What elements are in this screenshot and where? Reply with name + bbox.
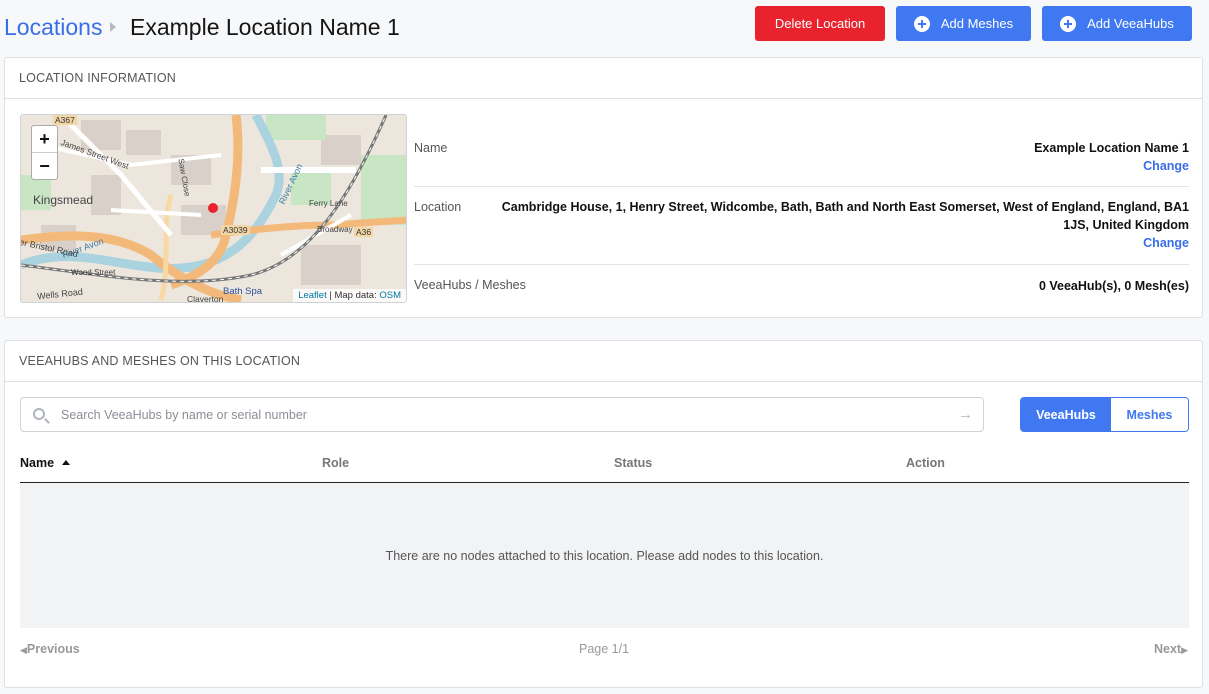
map-label-broadway: Broadway [317,225,353,234]
add-veeahubs-label: Add VeeaHubs [1087,16,1174,31]
location-label: Location [414,200,462,214]
plus-circle-icon [913,15,930,32]
add-meshes-button[interactable]: Add Meshes [896,6,1031,41]
delete-location-label: Delete Location [774,16,866,31]
previous-label: Previous [26,642,80,656]
map-label-ferry-lane: Ferry Lane [309,199,348,208]
info-row-location: Location Cambridge House, 1, Henry Stree… [414,187,1189,265]
search-icon [33,408,45,420]
leaflet-link[interactable]: Leaflet [298,290,327,301]
plus-circle-icon [1060,15,1077,32]
name-label: Name [414,141,448,155]
previous-page-button[interactable]: ◀Previous [20,642,80,656]
type-toggle: VeeaHubs Meshes [1020,397,1189,432]
breadcrumb-locations-link[interactable]: Locations [4,14,102,41]
page-indicator: Page 1/1 [579,642,630,656]
nodes-section-title: VEEAHUBS AND MESHES ON THIS LOCATION [5,341,1202,382]
map-label-claverton: Claverton [187,294,224,303]
change-name-link[interactable]: Change [1034,157,1189,175]
osm-link[interactable]: OSM [379,290,401,301]
counts-label: VeeaHubs / Meshes [414,278,526,292]
map-label-kingsmead: Kingsmead [33,193,94,207]
map-label-a36: A36 [354,227,374,237]
map-label-wood-street: Wood Street [71,268,116,277]
info-row-name: Name Example Location Name 1 Change [414,129,1189,187]
location-value-block: Cambridge House, 1, Henry Street, Widcom… [502,198,1189,252]
map-attribution: Leaflet | Map data: OSM [293,289,406,302]
delete-location-button[interactable]: Delete Location [755,6,885,41]
column-header-name[interactable]: Name [20,456,71,470]
info-row-counts: VeeaHubs / Meshes 0 VeeaHub(s), 0 Mesh(e… [414,265,1189,305]
column-header-action: Action [906,456,945,470]
column-header-status[interactable]: Status [614,456,652,470]
location-information-panel: LOCATION INFORMATION Kingsmead A367 A303… [4,57,1203,318]
attribution-text: | Map data: [329,290,380,301]
search-input[interactable] [61,406,941,424]
name-value: Example Location Name 1 [1034,141,1189,155]
toggle-veeahubs[interactable]: VeeaHubs [1021,398,1111,431]
empty-table-message: There are no nodes attached to this loca… [20,483,1189,628]
name-value-block: Example Location Name 1 Change [1034,139,1189,175]
location-value-line1: Cambridge House, 1, Henry Street, Widcom… [501,200,1189,214]
page-header: Locations Example Location Name 1 Delete… [0,0,1209,54]
toggle-meshes[interactable]: Meshes [1110,398,1188,431]
search-box: → [20,397,984,432]
map-label-a3039: A3039 [221,225,250,235]
location-value-line2: 1JS, United Kingdom [1063,218,1189,232]
map-label-bath-spa: Bath Spa [223,286,263,297]
chevron-right-icon: ▶ [1181,645,1188,655]
map-zoom-control: + − [31,125,58,180]
map-label-a367: A367 [53,115,77,125]
breadcrumb-separator-icon [110,22,116,32]
add-veeahubs-button[interactable]: Add VeeaHubs [1042,6,1192,41]
chevron-left-icon: ◀ [20,645,27,655]
column-header-name-label: Name [20,456,55,470]
page-title: Example Location Name 1 [130,14,400,40]
zoom-in-button[interactable]: + [32,126,57,153]
nodes-panel: VEEAHUBS AND MESHES ON THIS LOCATION → V… [4,340,1203,688]
zoom-out-button[interactable]: − [32,153,57,180]
counts-value: 0 VeeaHub(s), 0 Mesh(es) [1038,279,1189,293]
location-map[interactable]: Kingsmead A367 A3039 A36 James Street We… [20,114,407,303]
next-label: Next [1153,642,1182,656]
sort-ascending-icon [62,460,71,465]
next-page-button[interactable]: Next▶ [1154,642,1188,656]
add-meshes-label: Add Meshes [940,16,1014,31]
arrow-right-icon[interactable]: → [958,406,973,423]
location-information-title: LOCATION INFORMATION [5,58,1202,99]
change-location-link[interactable]: Change [502,234,1189,252]
column-header-role[interactable]: Role [322,456,349,470]
